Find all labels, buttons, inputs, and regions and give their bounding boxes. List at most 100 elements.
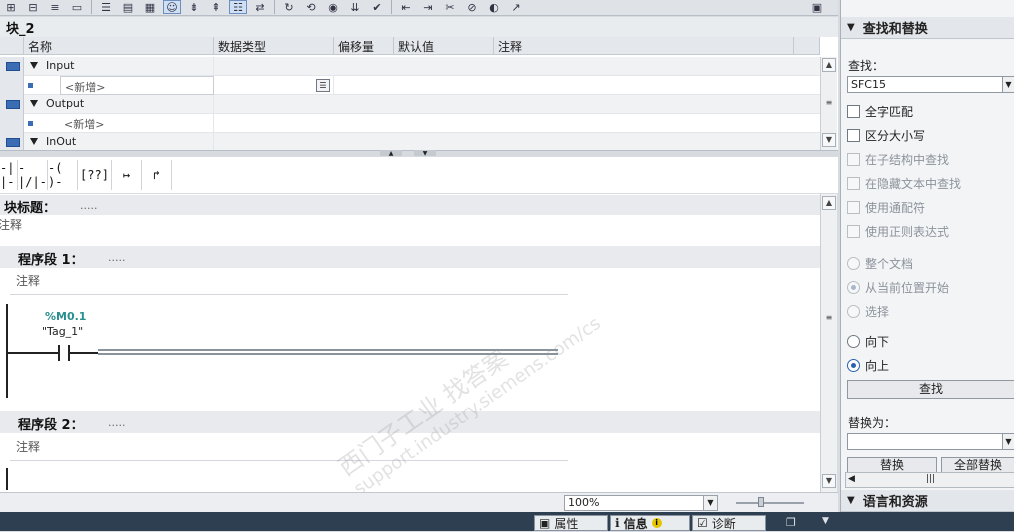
scroll-down-icon[interactable]: ▼ xyxy=(822,474,836,488)
network-2-dots[interactable]: ..... xyxy=(108,416,125,429)
zoom-slider[interactable] xyxy=(736,502,804,504)
navigation-icon[interactable]: ⇄ xyxy=(251,0,269,14)
contact-left-bar[interactable] xyxy=(58,345,60,361)
collapse-triangle-icon[interactable] xyxy=(30,138,38,145)
window-icon[interactable]: ▣ xyxy=(808,0,826,14)
col-name-header[interactable]: 名称 xyxy=(24,37,214,55)
direction-down-radio[interactable] xyxy=(847,335,860,348)
search-substructures-checkbox[interactable] xyxy=(847,153,860,166)
whole-word-checkbox[interactable] xyxy=(847,105,860,118)
panel-hscrollbar[interactable]: ◀ ||| xyxy=(845,472,1014,488)
col-offset-header[interactable]: 偏移量 xyxy=(334,37,394,55)
chevron-down-icon[interactable]: ▼ xyxy=(847,22,855,33)
snapshot-icon[interactable]: ◉ xyxy=(324,0,342,14)
scroll-grip-icon[interactable]: ||| xyxy=(926,474,935,484)
find-button[interactable]: 查找 xyxy=(847,380,1014,399)
search-hidden-text-checkbox[interactable] xyxy=(847,177,860,190)
interface-row-new[interactable]: <新增> xyxy=(0,114,820,133)
interface-row-output[interactable]: Output xyxy=(0,95,820,114)
scroll-grip-icon[interactable]: ≡ xyxy=(822,312,836,326)
collapse-triangle-icon[interactable] xyxy=(30,62,38,69)
network-1-comment[interactable]: 注释 xyxy=(16,272,40,289)
confirm-icon[interactable]: ✔ xyxy=(368,0,386,14)
datatype-picker-icon[interactable]: ☰ xyxy=(316,79,330,92)
find-replace-header[interactable]: ▼ 查找和替换 xyxy=(841,17,1014,39)
cut-icon[interactable]: ✂ xyxy=(441,0,459,14)
tab-properties[interactable]: ▣ 属性 xyxy=(534,515,608,531)
network-2-comment[interactable]: 注释 xyxy=(16,438,40,455)
go-to-end-icon[interactable]: ⇥ xyxy=(419,0,437,14)
restore-window-icon[interactable]: ❐ xyxy=(786,516,796,529)
split-down-icon[interactable]: ▼ xyxy=(414,150,436,157)
zoom-select[interactable]: 100% ▼ xyxy=(564,495,718,511)
close-branch-button[interactable]: ↱ xyxy=(142,160,172,190)
col-default-header[interactable]: 默认值 xyxy=(394,37,494,55)
show-all-icon[interactable]: ☷ xyxy=(229,0,247,14)
scroll-up-icon[interactable]: ▲ xyxy=(822,58,836,72)
monitor-network-icon[interactable]: ⟲ xyxy=(302,0,320,14)
split-up-icon[interactable]: ▲ xyxy=(380,150,402,157)
col-comment-header[interactable]: 注释 xyxy=(494,37,794,55)
favorites-icon[interactable]: ☺ xyxy=(163,0,181,14)
zoom-slider-thumb[interactable] xyxy=(758,497,764,507)
chevron-down-icon[interactable]: ▼ xyxy=(1002,434,1014,449)
block-comment[interactable]: 注释 xyxy=(0,216,22,233)
row-name[interactable]: <新增> xyxy=(60,76,214,95)
row-name[interactable]: <新增> xyxy=(60,114,214,133)
chevron-down-icon[interactable]: ▼ xyxy=(1002,77,1014,92)
use-wildcards-checkbox[interactable] xyxy=(847,201,860,214)
collapse-all-icon[interactable]: ⇞ xyxy=(207,0,225,14)
operand-tag[interactable]: "Tag_1" xyxy=(42,325,83,338)
editor-scrollbar[interactable]: ▲ ≡ ▼ xyxy=(820,194,837,492)
lang-resources-header[interactable]: ▼ 语言和资源 xyxy=(841,490,1014,512)
open-branch-button[interactable]: ↦ xyxy=(112,160,142,190)
scope-from-current-radio[interactable] xyxy=(847,281,860,294)
tab-diagnostics[interactable]: ☑ 诊断 xyxy=(692,515,766,531)
direction-up-radio[interactable] xyxy=(847,359,860,372)
scroll-grip-icon[interactable]: ≡ xyxy=(822,97,836,111)
chevron-down-icon[interactable]: ▼ xyxy=(703,496,717,510)
chevron-down-icon[interactable]: ▼ xyxy=(847,495,855,506)
scope-selection-radio[interactable] xyxy=(847,305,860,318)
network-1-dots[interactable]: ..... xyxy=(108,251,125,264)
interface-scrollbar[interactable]: ▲ ≡ ▼ xyxy=(820,57,837,150)
expand-all-icon[interactable]: ⇟ xyxy=(185,0,203,14)
go-to-start-icon[interactable]: ⇤ xyxy=(397,0,415,14)
ladder-editor[interactable]: 块标题： ..... 注释 程序段 1： ..... 注释 %M0.1 "Tag… xyxy=(0,194,820,500)
open-rung-line[interactable] xyxy=(98,349,558,355)
pane-splitter[interactable]: ▲ ▼ xyxy=(0,150,838,157)
empty-box-button[interactable]: [??] xyxy=(78,160,112,190)
replace-all-button[interactable]: 全部替换 xyxy=(941,457,1014,473)
replace-button[interactable]: 替换 xyxy=(847,457,937,473)
tab-info[interactable]: ℹ 信息 i xyxy=(610,515,690,531)
insert-empty-box-icon[interactable]: ▭ xyxy=(68,0,86,14)
network-comments-icon[interactable]: ▤ xyxy=(119,0,137,14)
replace-input[interactable]: ▼ xyxy=(847,433,1014,450)
coil-button[interactable]: -( )- xyxy=(48,160,78,190)
contact-nc-button[interactable]: -|/|- xyxy=(18,160,48,190)
collapse-triangle-icon[interactable] xyxy=(30,100,38,107)
interface-row-new[interactable]: <新增> ☰ xyxy=(0,76,820,95)
operand-address[interactable]: %M0.1 xyxy=(45,310,86,323)
align-left-icon[interactable]: ☰ xyxy=(97,0,115,14)
scroll-down-icon[interactable]: ▼ xyxy=(822,133,836,147)
breakpoint-icon[interactable]: ◐ xyxy=(485,0,503,14)
find-input[interactable]: SFC15 ▼ xyxy=(847,76,1014,93)
monitor-icon[interactable]: ↻ xyxy=(280,0,298,14)
chevron-down-icon[interactable]: ▼ xyxy=(822,516,829,526)
load-icon[interactable]: ⇊ xyxy=(346,0,364,14)
contact-no-button[interactable]: -| |- xyxy=(0,160,18,190)
delete-network-icon[interactable]: ⊟ xyxy=(24,0,42,14)
open-icon[interactable]: ⊘ xyxy=(463,0,481,14)
match-case-checkbox[interactable] xyxy=(847,129,860,142)
col-datatype-header[interactable]: 数据类型 xyxy=(214,37,334,55)
use-regex-checkbox[interactable] xyxy=(847,225,860,238)
interface-row-input[interactable]: Input xyxy=(0,57,820,76)
step-icon[interactable]: ↗ xyxy=(507,0,525,14)
block-title-dots[interactable]: ..... xyxy=(80,199,97,212)
scroll-up-icon[interactable]: ▲ xyxy=(822,196,836,210)
absolute-operands-icon[interactable]: ▦ xyxy=(141,0,159,14)
insert-row-icon[interactable]: ≡ xyxy=(46,0,64,14)
insert-network-icon[interactable]: ⊞ xyxy=(2,0,20,14)
scope-whole-document-radio[interactable] xyxy=(847,257,860,270)
